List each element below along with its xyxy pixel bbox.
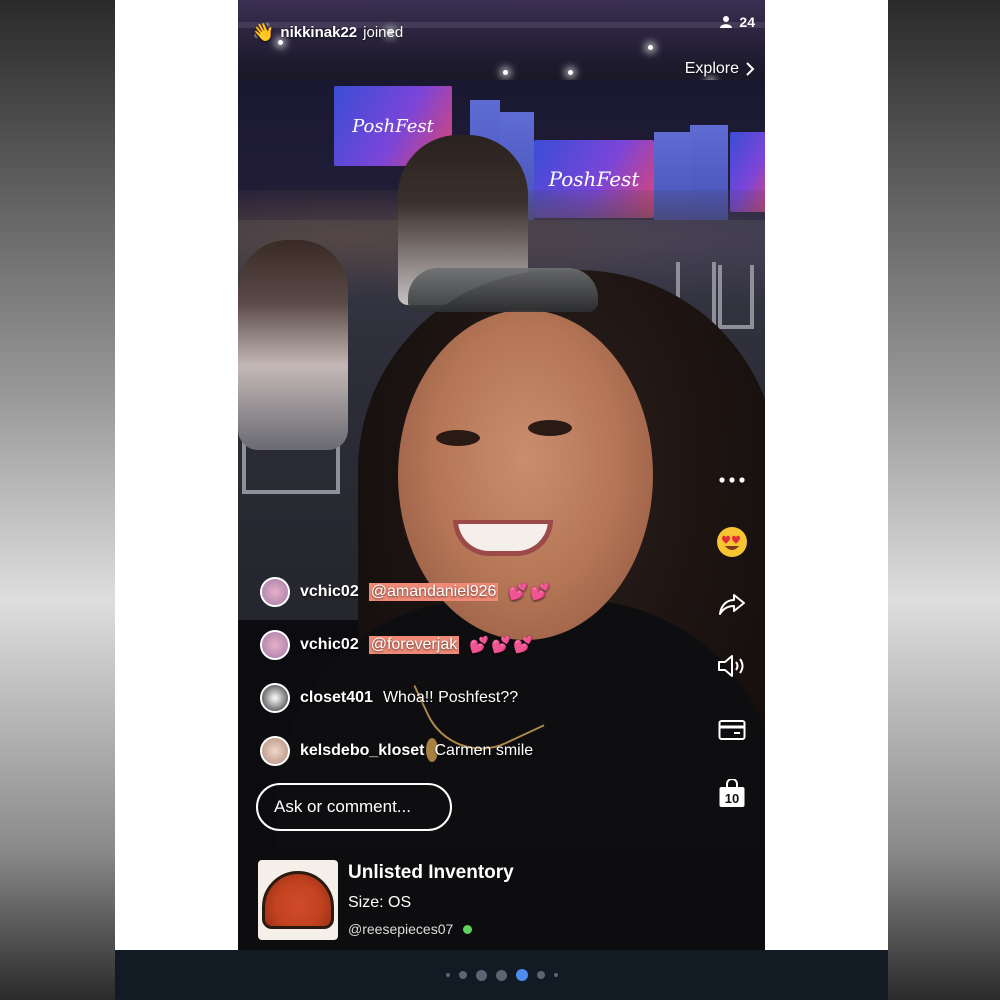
- page-dot[interactable]: [495, 969, 507, 981]
- explore-link[interactable]: Explore: [685, 60, 755, 78]
- comment-input[interactable]: Ask or comment...: [256, 783, 452, 831]
- comment-item: closet401 Whoa!! Poshfest??: [260, 683, 518, 713]
- payment-button[interactable]: [708, 710, 756, 750]
- stage-light: [648, 45, 653, 50]
- sound-toggle[interactable]: [708, 646, 756, 686]
- stage-light: [503, 70, 508, 75]
- hearts-emoji: 💕💕💕: [469, 637, 535, 654]
- carousel-pagination: [115, 969, 888, 981]
- featured-listing[interactable]: Unlisted Inventory Size: OS @reesepieces…: [238, 848, 765, 950]
- speaker-icon: [718, 655, 744, 677]
- join-notification: 👋 nikkinak22 joined: [252, 22, 403, 43]
- card-icon: [718, 720, 746, 740]
- comment-username: closet401: [300, 689, 373, 706]
- joined-username: nikkinak22: [280, 24, 358, 41]
- comment-item: vchic02 @foreverjak 💕💕💕: [260, 630, 535, 660]
- listing-title: Unlisted Inventory: [348, 862, 514, 883]
- viewer-count-value: 24: [739, 14, 755, 30]
- avatar: [260, 683, 290, 713]
- hearts-emoji: 💕💕: [508, 584, 553, 601]
- attendee-left: [238, 240, 348, 450]
- eye: [528, 420, 572, 436]
- chevron-right-icon: [746, 62, 755, 76]
- share-button[interactable]: [708, 584, 756, 624]
- page-dot[interactable]: [475, 969, 487, 981]
- online-status-icon: [463, 924, 473, 934]
- heart-eyes-emoji-icon: [717, 527, 747, 557]
- live-stream-view[interactable]: PoshFest PoshFest 👋 nikkinak22 joined 24…: [238, 0, 765, 950]
- comment-text: Carmen smile: [434, 742, 534, 759]
- comment-username: kelsdebo_kloset: [300, 742, 425, 759]
- bag-count: 10: [725, 791, 739, 806]
- page-dot[interactable]: [536, 971, 545, 979]
- page-dot[interactable]: [445, 973, 450, 977]
- viewer-count: 24: [719, 14, 755, 30]
- stage-light: [568, 70, 573, 75]
- comment-mention[interactable]: @foreverjak: [368, 636, 460, 654]
- avatar: [260, 577, 290, 607]
- wave-emoji-icon: 👋: [252, 22, 275, 42]
- person-icon: [720, 16, 733, 28]
- comment-username: vchic02: [300, 583, 359, 600]
- avatar: [260, 630, 290, 660]
- comment-mention[interactable]: @amandaniel926: [368, 583, 499, 601]
- comment-input-placeholder: Ask or comment...: [274, 797, 411, 816]
- page-dot[interactable]: [458, 971, 467, 979]
- comment-item: kelsdebo_kloset Carmen smile: [260, 736, 533, 766]
- shopping-bag-icon: 10: [719, 779, 745, 807]
- eye: [436, 430, 480, 446]
- seller-handle: @reesepieces07: [348, 921, 454, 937]
- listing-thumbnail[interactable]: [258, 860, 338, 940]
- beaded-hat-image: [262, 871, 334, 929]
- reaction-button[interactable]: [708, 522, 756, 562]
- listing-size: Size: OS: [348, 894, 412, 911]
- carousel-bar: [115, 950, 888, 1000]
- more-dots-icon: [719, 477, 745, 483]
- left-blur-backdrop: [0, 0, 115, 1000]
- avatar: [260, 736, 290, 766]
- right-blur-backdrop: [888, 0, 1000, 1000]
- sunglasses: [408, 268, 598, 312]
- page-dot-active[interactable]: [515, 969, 528, 981]
- more-options-button[interactable]: [708, 460, 756, 500]
- comment-username: vchic02: [300, 636, 359, 653]
- share-arrow-icon: [719, 594, 745, 615]
- page-dot[interactable]: [553, 973, 558, 977]
- listing-seller[interactable]: @reesepieces07: [348, 921, 473, 937]
- comment-item: vchic02 @amandaniel926 💕💕: [260, 577, 552, 607]
- joined-text: joined: [363, 24, 404, 41]
- bag-button[interactable]: 10: [708, 774, 756, 814]
- comment-text: Whoa!! Poshfest??: [382, 689, 519, 706]
- explore-label: Explore: [684, 60, 739, 77]
- chair: [718, 265, 754, 329]
